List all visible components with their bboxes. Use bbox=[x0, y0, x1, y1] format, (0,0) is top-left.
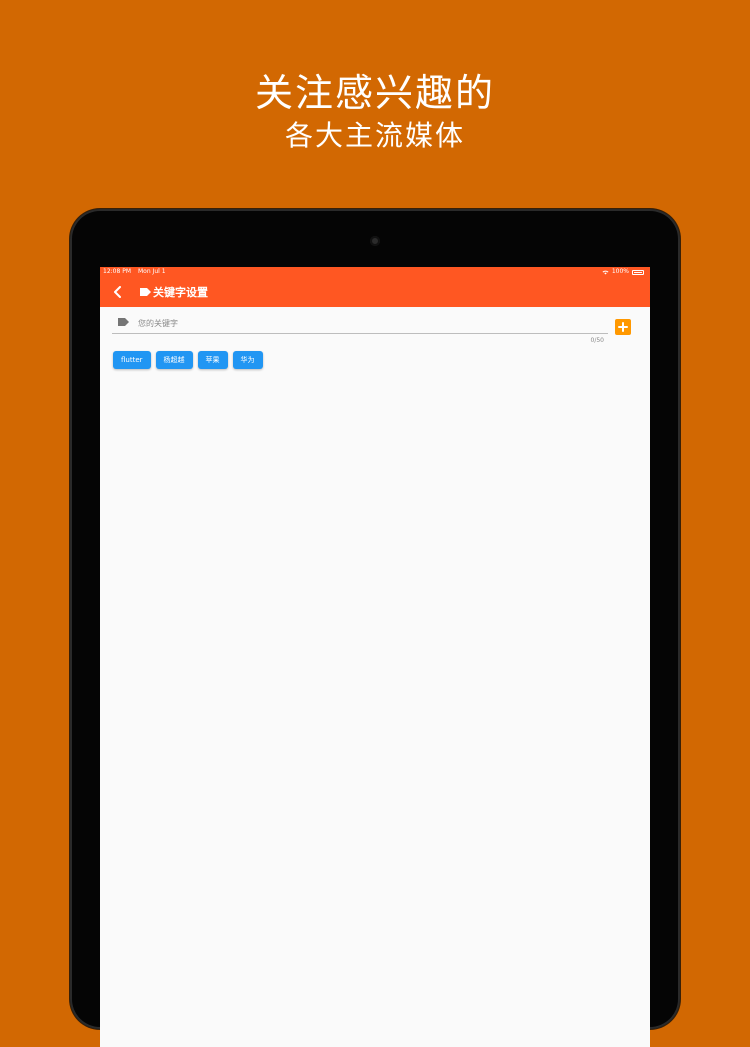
promo-title: 关注感兴趣的 bbox=[254, 71, 495, 115]
chevron-left-icon bbox=[114, 286, 121, 298]
battery-icon bbox=[632, 269, 644, 275]
keyword-input[interactable] bbox=[136, 313, 600, 333]
keyword-chip[interactable]: 华为 bbox=[232, 351, 263, 369]
keyword-field bbox=[112, 313, 608, 334]
label-icon bbox=[118, 318, 129, 326]
keyword-chip[interactable]: 苹果 bbox=[197, 351, 228, 369]
add-keyword-button[interactable] bbox=[615, 319, 631, 335]
camera-icon bbox=[370, 236, 380, 246]
app-bar: 关键字设置 bbox=[100, 277, 650, 307]
back-button[interactable] bbox=[106, 280, 130, 304]
keyword-input-row: 0/50 bbox=[100, 307, 650, 357]
promo-subtitle: 各大主流媒体 bbox=[284, 119, 465, 152]
app-screen: 12:08 PM Mon Jul 1 100% 关键字设置 您的关键字 0/50… bbox=[100, 267, 650, 1047]
plus-icon bbox=[618, 322, 628, 332]
status-date: Mon Jul 1 bbox=[138, 268, 166, 275]
page-title: 关键字设置 bbox=[153, 286, 208, 299]
keyword-chips: flutter 杨超越 苹果 华为 bbox=[113, 351, 263, 369]
wifi-icon bbox=[602, 270, 609, 274]
keyword-chip[interactable]: flutter bbox=[113, 351, 151, 369]
battery-percent: 100% bbox=[611, 268, 629, 275]
app-title-group: 关键字设置 bbox=[140, 277, 208, 307]
tablet-frame: 12:08 PM Mon Jul 1 100% 关键字设置 您的关键字 0/50… bbox=[70, 209, 680, 1047]
keyword-chip[interactable]: 杨超越 bbox=[155, 351, 193, 369]
char-counter: 0/50 bbox=[590, 337, 604, 344]
status-bar: 12:08 PM Mon Jul 1 100% bbox=[100, 267, 650, 277]
status-indicators: 100% bbox=[602, 267, 644, 277]
status-time: 12:08 PM bbox=[103, 268, 131, 275]
label-icon bbox=[140, 288, 151, 296]
